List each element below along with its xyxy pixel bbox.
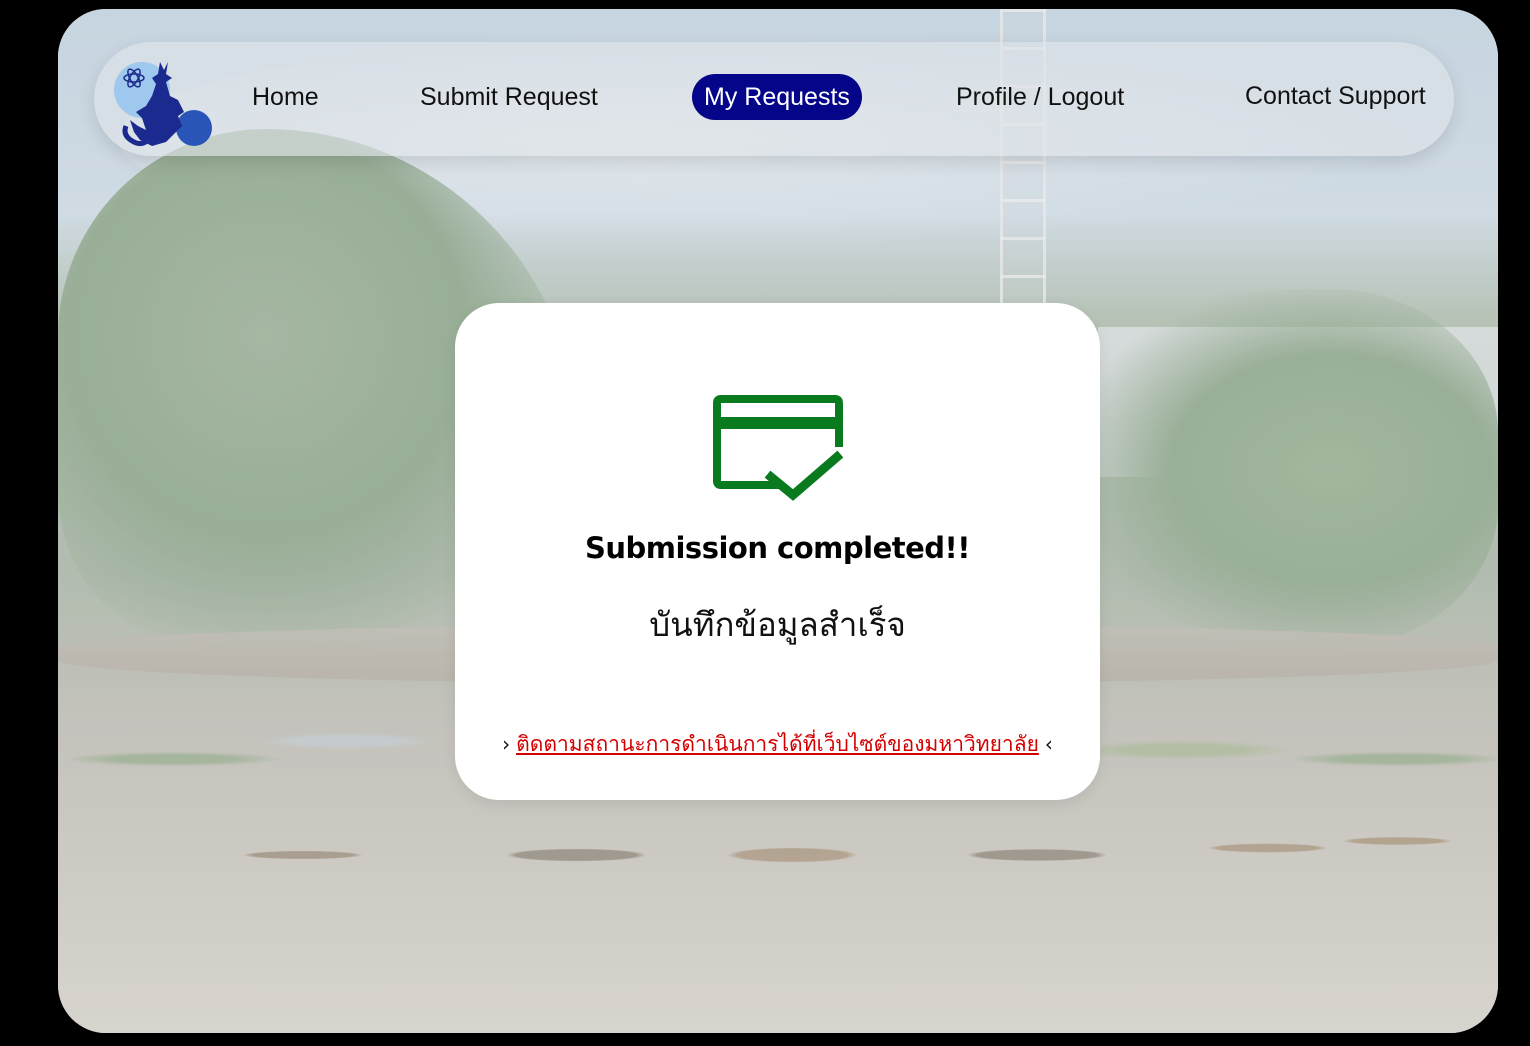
dialog-subtitle: บันทึกข้อมูลสำเร็จ	[649, 605, 906, 644]
university-emblem-icon[interactable]	[112, 56, 212, 150]
track-status-link[interactable]: ติดตามสถานะการดำเนินการได้ที่เว็บไซต์ของ…	[516, 732, 1039, 756]
chevron-right-icon: ›	[502, 732, 511, 756]
nav-contact-support-link[interactable]: Contact Support	[1245, 79, 1426, 113]
app-window: Home Submit Request My Requests Profile …	[58, 9, 1498, 1033]
dialog-title: Submission completed!!	[584, 531, 971, 565]
nav-submit-request-link[interactable]: Submit Request	[420, 80, 598, 114]
nav-profile-logout-link[interactable]: Profile / Logout	[956, 80, 1124, 114]
tracking-link-row: › ติดตามสถานะการดำเนินการได้ที่เว็บไซต์ขอ…	[455, 728, 1100, 761]
chevron-left-icon: ‹	[1044, 732, 1053, 756]
nav-home-link[interactable]: Home	[252, 80, 319, 114]
submission-success-dialog: Submission completed!! บันทึกข้อมูลสำเร็…	[455, 303, 1100, 800]
top-navbar: Home Submit Request My Requests Profile …	[94, 42, 1454, 156]
card-check-icon	[713, 395, 844, 503]
nav-my-requests-link[interactable]: My Requests	[692, 74, 862, 120]
